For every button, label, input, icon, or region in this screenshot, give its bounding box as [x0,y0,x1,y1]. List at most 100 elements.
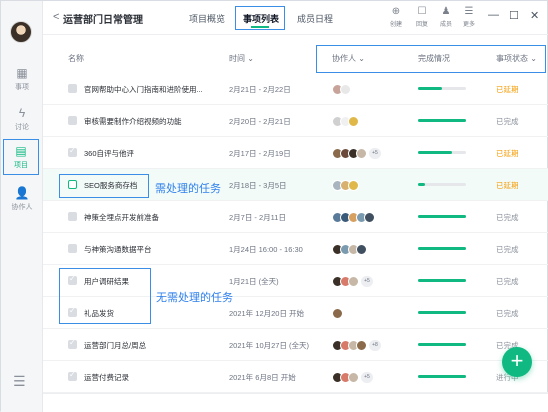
more-collaborators-badge: +5 [369,147,381,159]
row-checkbox[interactable] [68,338,77,349]
header: < 运营部门日常管理 项目概览 事项列表 成员日程 ⊕ 创建 ☐ 回复 ♟ 成员… [43,1,548,35]
sidebar-item-label: 协作人 [11,204,33,211]
table-header: 名称 时间 ⌄ 协作人 ⌄ 完成情况 事项状态 ⌄ [43,45,548,73]
sidebar-item-discussion[interactable]: ϟ 讨论 [1,101,43,137]
column-time[interactable]: 时间 ⌄ [229,53,254,64]
avatar [348,115,359,127]
row-name[interactable]: 运营部门月总/周总 [84,340,224,351]
row-time: 2月20日 - 2月21日 [229,117,291,126]
progress-bar [418,183,466,186]
avatar [356,243,367,255]
progress-fill [418,119,466,122]
progress-bar [418,279,466,282]
column-name: 名称 [68,54,84,63]
more-icon: ☰ [464,6,474,17]
reply-icon: ☐ [417,6,427,17]
status-badge: 已延期 [496,85,519,94]
progress-fill [418,215,466,218]
progress-bar [418,87,466,90]
row-collaborators[interactable] [332,114,359,128]
table-row[interactable]: 神策全埋点开发前准备 2月7日 - 2月11日 已完成 [43,201,548,233]
column-status[interactable]: 事项状态 ⌄ [496,53,537,64]
maximize-icon[interactable]: ☐ [509,9,519,22]
row-collaborators[interactable]: +8 [332,338,381,352]
annotation-task: 需处理的任务 [155,183,221,195]
status-badge: 已完成 [496,117,519,126]
row-checkbox[interactable] [68,116,77,125]
row-name[interactable]: 运营付费记录 [84,372,224,383]
row-collaborators[interactable] [332,306,343,320]
sidebar-item-label: 讨论 [15,124,29,131]
row-collaborators[interactable] [332,242,367,256]
footer [43,393,548,412]
tab-overview[interactable]: 项目概览 [189,12,225,25]
row-time: 1月24日 16:00 - 16:30 [229,245,303,254]
avatar [332,307,343,319]
row-checkbox[interactable] [68,370,77,381]
avatar [356,339,367,351]
status-badge: 已延期 [496,149,519,158]
tab-member-schedule[interactable]: 成员日程 [297,12,333,25]
avatar [348,179,359,191]
folder-icon: ▤ [15,144,27,158]
table-row[interactable]: 审核需要制作介绍视频的功能 2月20日 - 2月21日 已完成 [43,105,548,137]
row-collaborators[interactable]: +5 [332,146,381,160]
menu-icon[interactable]: ☰ [13,373,26,390]
row-time: 2月7日 - 2月11日 [229,213,286,222]
row-name[interactable]: 神策全埋点开发前准备 [84,212,224,223]
more-button[interactable]: ☰ 更多 [459,6,479,28]
reply-button[interactable]: ☐ 回复 [412,6,432,28]
row-time: 2月17日 - 2月19日 [229,149,291,158]
table-row[interactable]: 与神策沟通数据平台 1月24日 16:00 - 16:30 已完成 [43,233,548,265]
members-icon: ♟ [441,6,451,17]
status-badge: 已完成 [496,277,519,286]
row-name[interactable]: 与神策沟通数据平台 [84,244,224,255]
row-name[interactable]: 官网帮助中心入门指南和进阶使用... [84,84,224,95]
close-icon[interactable]: ✕ [530,9,539,22]
create-button[interactable]: ⊕ 创建 [386,6,406,28]
progress-bar [418,215,466,218]
column-collaborators[interactable]: 协作人 ⌄ [332,53,365,64]
row-checkbox[interactable] [68,146,77,157]
more-collaborators-badge: +5 [361,275,373,287]
people-icon: 👤 [14,186,30,200]
table-row[interactable]: 运营付费记录2021年 6月8日 开始+5进行中 [43,361,548,393]
row-collaborators[interactable] [332,178,359,192]
members-button[interactable]: ♟ 成员 [436,6,456,28]
row-name[interactable]: 360自评与他评 [84,148,224,159]
status-badge: 已完成 [496,245,519,254]
column-progress: 完成情况 [418,54,450,63]
sidebar-item-collaborators[interactable]: 👤 协作人 [1,181,43,217]
back-icon[interactable]: < [53,11,59,23]
progress-fill [418,279,466,282]
row-name[interactable]: 审核需要制作介绍视频的功能 [84,116,224,127]
sidebar-item-events[interactable]: ▦ 事项 [1,61,43,97]
row-collaborators[interactable]: +5 [332,370,373,384]
progress-bar [418,343,466,346]
status-badge: 已完成 [496,309,519,318]
add-button[interactable]: + [502,347,532,377]
row-collaborators[interactable]: +5 [332,274,373,288]
page-title: 运营部门日常管理 [63,15,143,26]
progress-bar [418,247,466,250]
avatar [348,275,359,287]
progress-bar [418,151,466,154]
minimize-icon[interactable]: — [488,9,499,21]
create-icon: ⊕ [391,6,401,17]
row-checkbox[interactable] [68,84,77,93]
progress-fill [418,343,466,346]
progress-fill [418,311,466,314]
app-window: ▦ 事项 ϟ 讨论 ▤ 项目 👤 协作人 ☰ < 运营部门日常管理 项目概览 事… [0,0,548,412]
row-checkbox[interactable] [68,244,77,253]
table-row[interactable]: 360自评与他评 2月17日 - 2月19日 +5 已延期 [43,137,548,169]
user-avatar[interactable] [10,21,32,43]
progress-bar [418,119,466,122]
status-badge: 已完成 [496,213,519,222]
row-checkbox[interactable] [68,212,77,221]
table-row[interactable]: 运营部门月总/周总2021年 10月27日 (全天)+8已完成 [43,329,548,361]
sidebar-item-project[interactable]: ▤ 项目 [3,139,39,175]
row-time: 2021年 12月20日 开始 [229,309,305,318]
row-collaborators[interactable] [332,210,375,224]
row-collaborators[interactable] [332,82,351,96]
table-row[interactable]: 官网帮助中心入门指南和进阶使用... 2月21日 - 2月22日 已延期 [43,73,548,105]
